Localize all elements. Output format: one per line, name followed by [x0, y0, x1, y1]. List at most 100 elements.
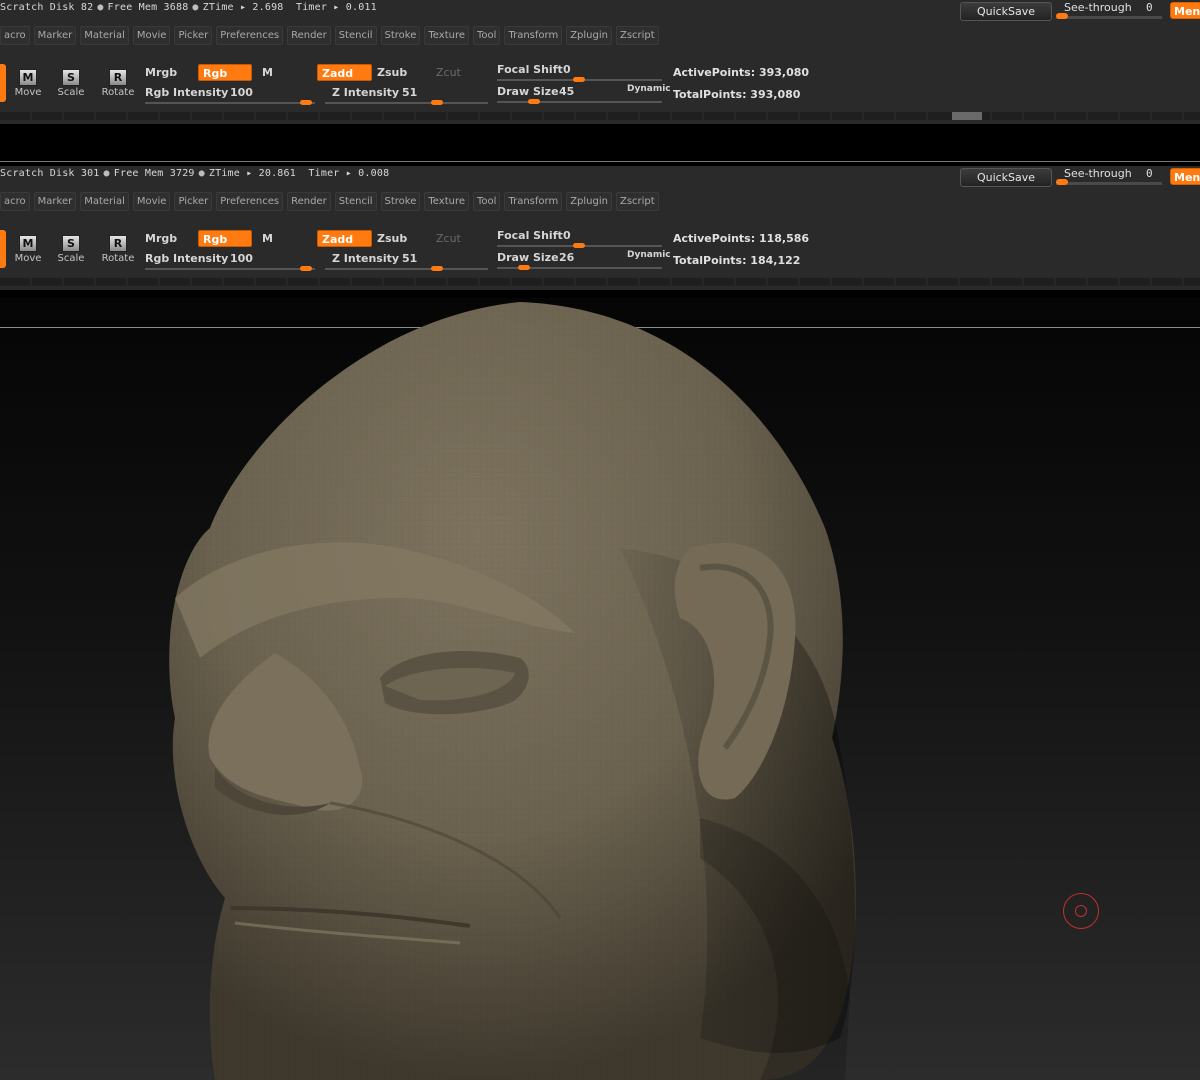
- menu-item-picker[interactable]: Picker: [174, 26, 213, 45]
- menu-item-zplugin[interactable]: Zplugin: [566, 192, 612, 211]
- scale-button[interactable]: S Scale: [54, 69, 88, 98]
- menu-item-transform[interactable]: Transform: [504, 26, 563, 45]
- rgb-intensity-label: Rgb Intensity: [145, 252, 229, 265]
- draw-size-knob[interactable]: [528, 99, 540, 104]
- menu-item-zscript[interactable]: Zscript: [615, 26, 659, 45]
- see-through-knob[interactable]: [1056, 13, 1068, 19]
- menus-button[interactable]: Menus: [1170, 2, 1200, 19]
- menu-item-material[interactable]: Material: [80, 26, 129, 45]
- menu-item-texture[interactable]: Texture: [424, 192, 469, 211]
- menu-item-tool[interactable]: Tool: [473, 192, 501, 211]
- zcut-toggle[interactable]: Zcut: [436, 66, 461, 79]
- dynamic-toggle[interactable]: Dynamic: [627, 84, 671, 94]
- menu-item-render[interactable]: Render: [287, 26, 331, 45]
- separator-dot: ●: [103, 168, 110, 179]
- menu-item-preferences[interactable]: Preferences: [216, 192, 284, 211]
- zadd-toggle[interactable]: Zadd: [317, 230, 372, 247]
- menu-item-stroke[interactable]: Stroke: [380, 192, 421, 211]
- z-intensity-knob[interactable]: [431, 266, 443, 271]
- timer-text: Timer ▸ 0.008: [308, 168, 390, 179]
- draw-mode-edge[interactable]: [0, 64, 6, 102]
- focal-shift-knob[interactable]: [573, 243, 585, 248]
- rotate-icon: R: [109, 69, 127, 86]
- move-button[interactable]: M Move: [11, 235, 45, 264]
- menu-item-movie[interactable]: Movie: [132, 192, 171, 211]
- menu-item-marker[interactable]: Marker: [33, 192, 77, 211]
- total-points: TotalPoints: 184,122: [673, 254, 801, 267]
- menu-item-zscript[interactable]: Zscript: [615, 192, 659, 211]
- menu-item-movie[interactable]: Movie: [132, 26, 171, 45]
- tray-scroll-thumb[interactable]: [952, 112, 982, 120]
- rgb-intensity-knob[interactable]: [300, 100, 312, 105]
- z-intensity-label: Z Intensity: [332, 86, 400, 99]
- focal-shift-label: Focal Shift: [497, 229, 563, 242]
- total-points: TotalPoints: 393,080: [673, 88, 801, 101]
- z-intensity-slider[interactable]: [325, 102, 488, 104]
- rotate-button[interactable]: R Rotate: [101, 235, 135, 264]
- status-bar: Scratch Disk 301 ● Free Mem 3729 ● ZTime ▸ 2…: [0, 166, 389, 182]
- toolbar-panel-2: Scratch Disk 301 ● Free Mem 3729 ● ZTime ▸ 2…: [0, 166, 1200, 290]
- rgb-toggle[interactable]: Rgb: [198, 230, 252, 247]
- menu-item-macro[interactable]: acro: [0, 26, 30, 45]
- rgb-intensity-value: 100: [230, 252, 253, 265]
- menu-item-marker[interactable]: Marker: [33, 26, 77, 45]
- menu-item-zplugin[interactable]: Zplugin: [566, 26, 612, 45]
- rgb-intensity-knob[interactable]: [300, 266, 312, 271]
- see-through-slider[interactable]: [1056, 182, 1162, 185]
- menu-item-render[interactable]: Render: [287, 192, 331, 211]
- tray-scrollbar[interactable]: [0, 278, 1200, 286]
- m-toggle[interactable]: M: [262, 232, 273, 245]
- rgb-toggle[interactable]: Rgb: [198, 64, 252, 81]
- sculpt-head-render[interactable]: [0, 298, 1200, 1080]
- move-icon: M: [19, 235, 37, 252]
- rotate-button[interactable]: R Rotate: [101, 69, 135, 98]
- zsub-toggle[interactable]: Zsub: [377, 232, 407, 245]
- separator-dot: ●: [192, 2, 199, 13]
- quicksave-button[interactable]: QuickSave: [960, 168, 1052, 187]
- rotate-label: Rotate: [101, 87, 135, 98]
- canvas-viewport[interactable]: [0, 298, 1200, 1080]
- status-bar: Scratch Disk 82 ● Free Mem 3688 ● ZTime ▸ 2.…: [0, 0, 377, 16]
- menu-item-stroke[interactable]: Stroke: [380, 26, 421, 45]
- rgb-intensity-label: Rgb Intensity: [145, 86, 229, 99]
- menu-item-material[interactable]: Material: [80, 192, 129, 211]
- menu-item-tool[interactable]: Tool: [473, 26, 501, 45]
- active-points: ActivePoints: 393,080: [673, 66, 810, 79]
- rgb-intensity-slider[interactable]: [145, 268, 315, 270]
- menu-item-preferences[interactable]: Preferences: [216, 26, 284, 45]
- menus-button[interactable]: Menus: [1170, 168, 1200, 185]
- move-button[interactable]: M Move: [11, 69, 45, 98]
- menu-item-stencil[interactable]: Stencil: [334, 192, 377, 211]
- m-toggle[interactable]: M: [262, 66, 273, 79]
- menu-item-picker[interactable]: Picker: [174, 192, 213, 211]
- dynamic-toggle[interactable]: Dynamic: [627, 250, 671, 260]
- draw-size-knob[interactable]: [518, 265, 530, 270]
- menu-item-texture[interactable]: Texture: [424, 26, 469, 45]
- z-intensity-value: 51: [402, 86, 418, 99]
- menu-bar: acro Marker Material Movie Picker Preferences…: [0, 23, 663, 45]
- menu-item-macro[interactable]: acro: [0, 192, 30, 211]
- menu-item-transform[interactable]: Transform: [504, 192, 563, 211]
- mrgb-toggle[interactable]: Mrgb: [145, 232, 177, 245]
- rgb-intensity-slider[interactable]: [145, 102, 315, 104]
- divider-line: [0, 161, 1200, 162]
- focal-shift-value: 0: [563, 63, 571, 76]
- zcut-toggle[interactable]: Zcut: [436, 232, 461, 245]
- toolbar-panel-1: Scratch Disk 82 ● Free Mem 3688 ● ZTime ▸ 2.…: [0, 0, 1200, 124]
- focal-shift-label: Focal Shift: [497, 63, 563, 76]
- focal-shift-knob[interactable]: [573, 77, 585, 82]
- zadd-toggle[interactable]: Zadd: [317, 64, 372, 81]
- ztime-text: ZTime ▸ 2.698: [202, 2, 284, 13]
- zsub-toggle[interactable]: Zsub: [377, 66, 407, 79]
- draw-size-slider[interactable]: [497, 101, 662, 103]
- z-intensity-slider[interactable]: [325, 268, 488, 270]
- see-through-slider[interactable]: [1056, 16, 1162, 19]
- menu-item-stencil[interactable]: Stencil: [334, 26, 377, 45]
- see-through-knob[interactable]: [1056, 179, 1068, 185]
- z-intensity-knob[interactable]: [431, 100, 443, 105]
- tray-scrollbar[interactable]: [0, 112, 1200, 120]
- draw-mode-edge[interactable]: [0, 230, 6, 268]
- mrgb-toggle[interactable]: Mrgb: [145, 66, 177, 79]
- scale-button[interactable]: S Scale: [54, 235, 88, 264]
- quicksave-button[interactable]: QuickSave: [960, 2, 1052, 21]
